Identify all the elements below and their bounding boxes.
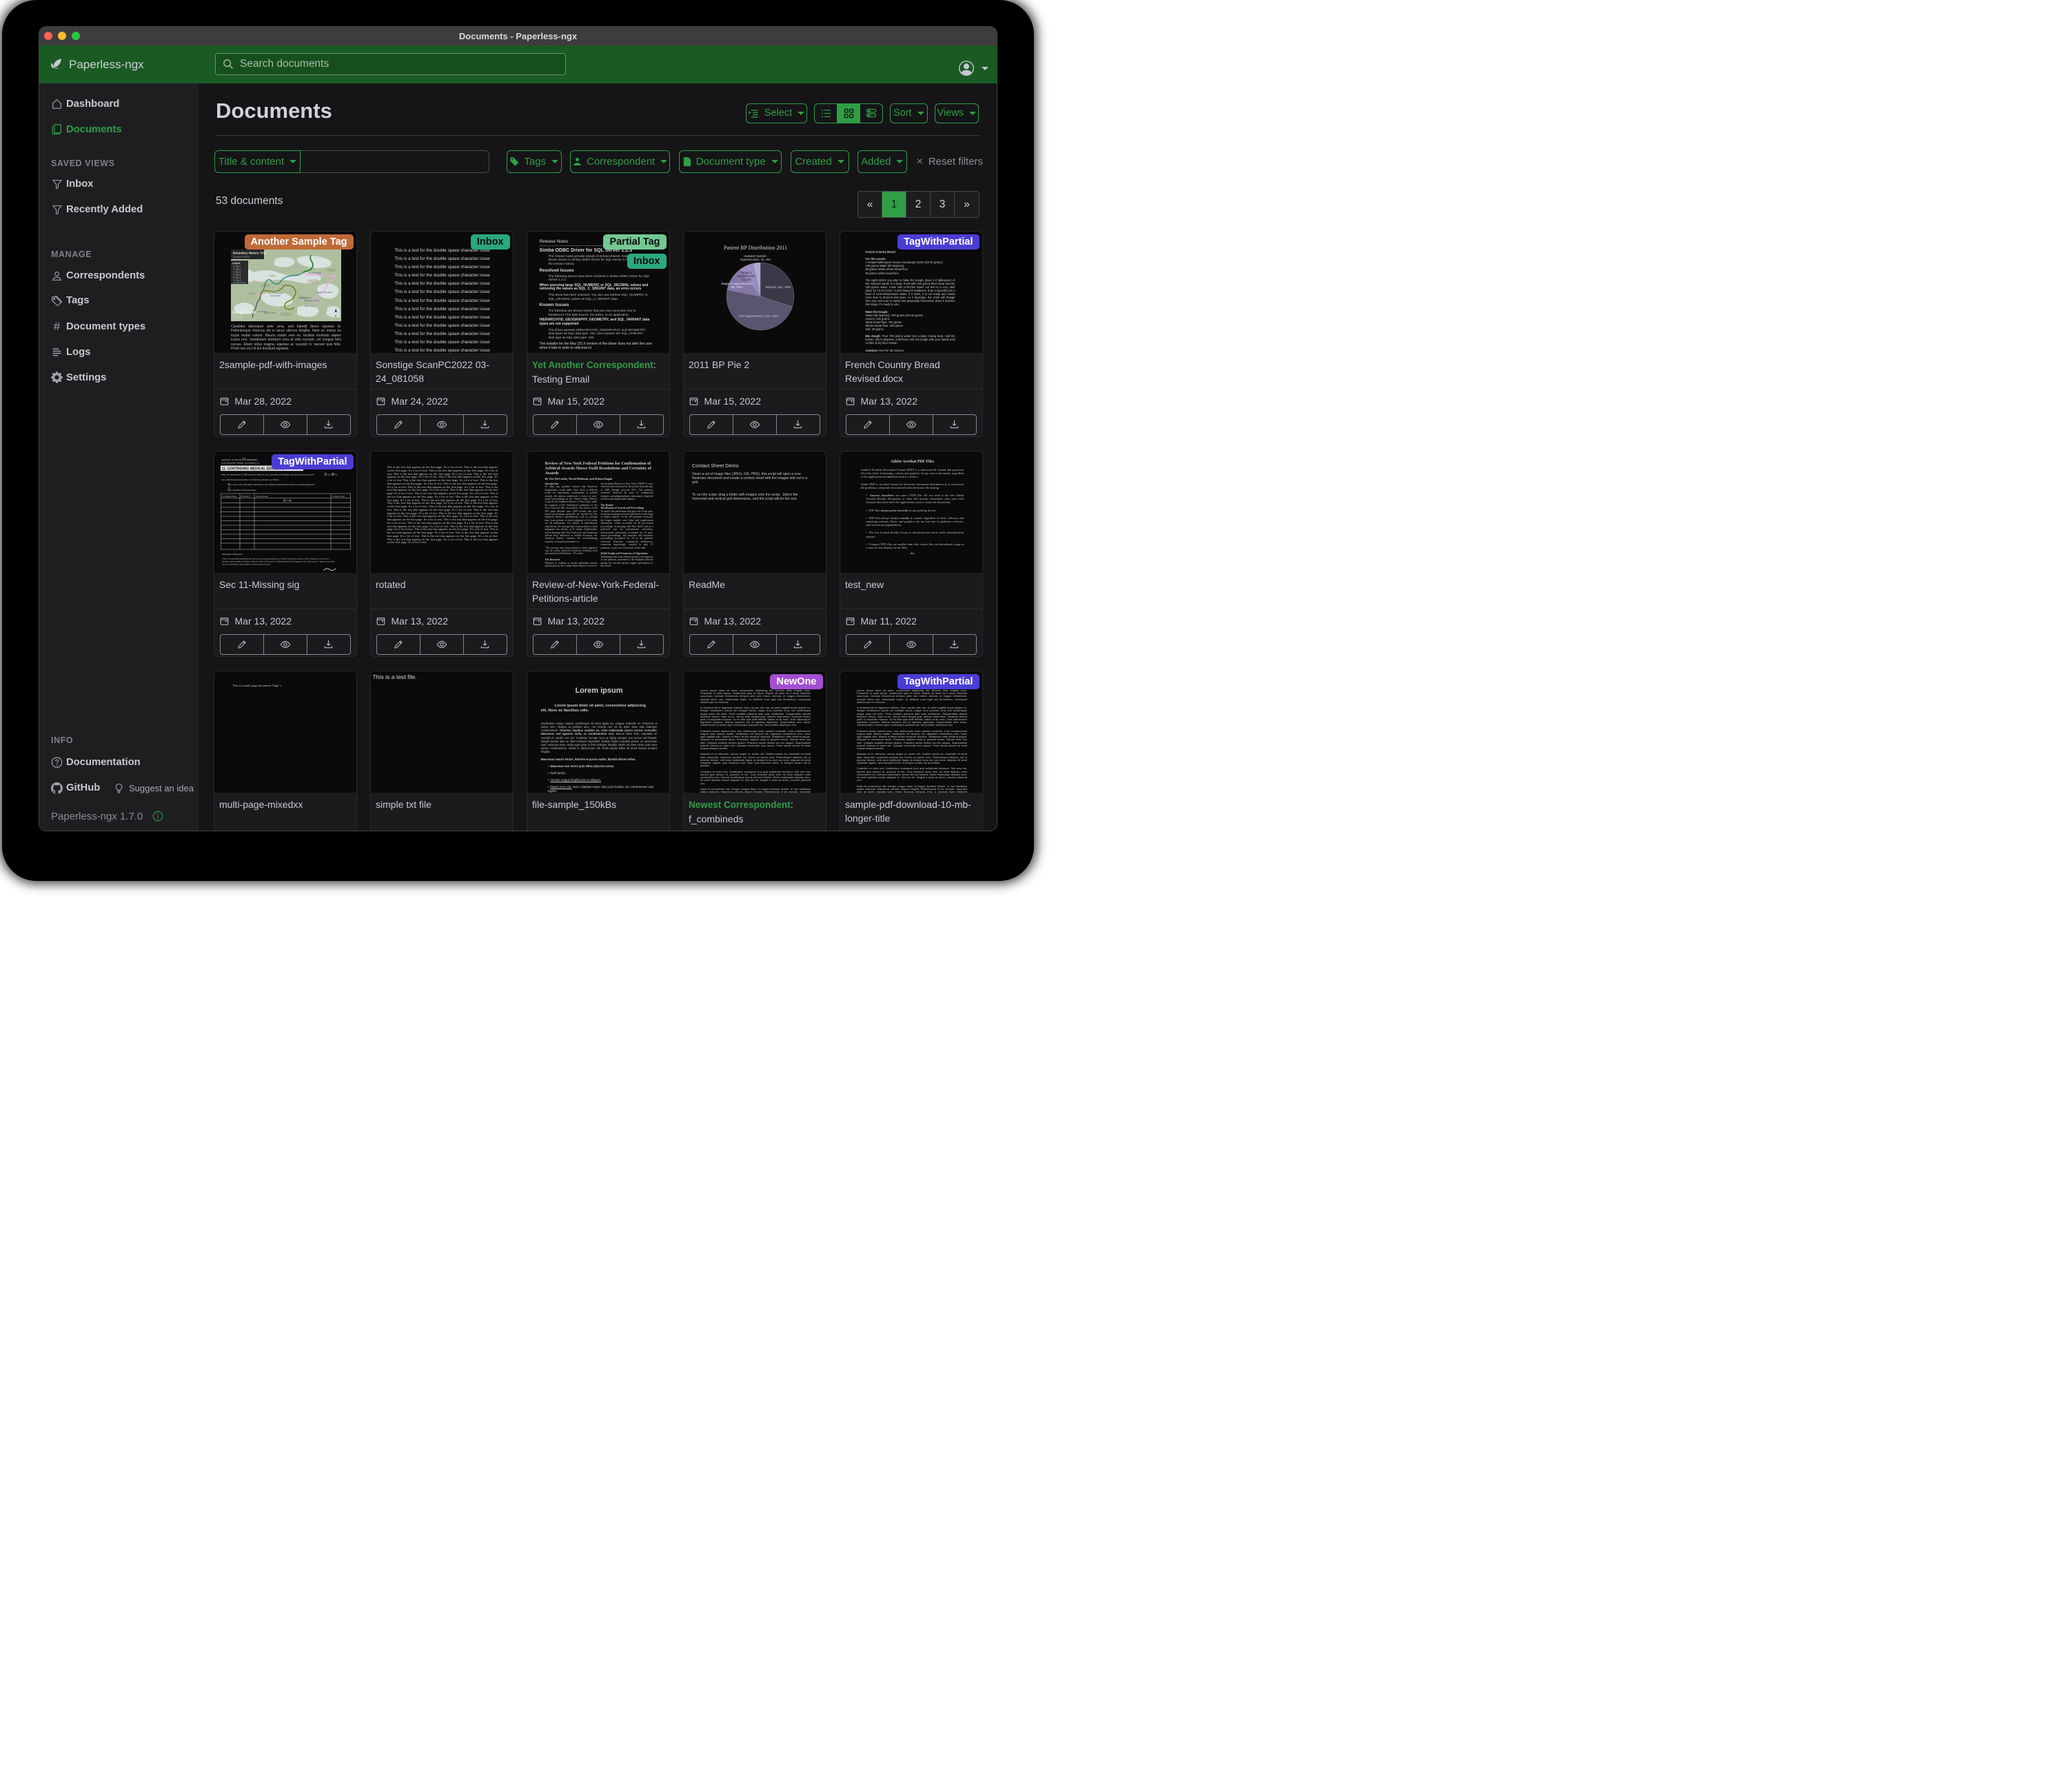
svg-text:Completion Date: Completion Date	[222, 495, 237, 498]
svg-text:New Found Island: New Found Island	[268, 292, 283, 294]
svg-text:Neuwete Island: Neuwete Island	[308, 272, 321, 274]
svg-text:Charles Island: Charles Island	[264, 312, 276, 314]
svg-text:Attestation Statement: Attestation Statement	[222, 553, 243, 556]
svg-text:Entry Point: Entry Point	[236, 281, 245, 284]
svg-text:A copy of the information subm: A copy of the information submitted to t…	[231, 483, 315, 486]
svg-text:Patient BP Distribution 2011: Patient BP Distribution 2011	[723, 245, 786, 251]
svg-text:Pre-hypertension, 212, 42%: Pre-hypertension, 212, 42%	[739, 314, 778, 318]
svg-text:Castle Island: Castle Island	[304, 305, 315, 307]
svg-text:No: No	[334, 474, 337, 476]
svg-text:Hypertension, 31, 6%: Hypertension, 31, 6%	[740, 258, 771, 261]
svg-text:Contact Hours: Contact Hours	[332, 495, 345, 498]
svg-text:or: or	[228, 486, 230, 489]
svg-text:44, 9%: 44, 9%	[741, 278, 751, 281]
svg-text:Google Earth: Google Earth	[232, 311, 256, 315]
svg-text:Washington Island: Washington Island	[304, 299, 320, 302]
svg-text:Good Samaritan Hospital, Los A: Good Samaritan Hospital, Los Angeles, CA	[221, 462, 259, 465]
svg-text:Head Grove Island: Head Grove Island	[316, 291, 332, 294]
svg-text:Legend: Legend	[232, 262, 240, 265]
svg-text:N \ A: N \ A	[283, 499, 292, 503]
svg-text:Have you participated in CME a: Have you participated in CME activities …	[221, 474, 314, 476]
svg-text:Garys Island: Garys Island	[270, 294, 281, 297]
svg-text:Map data 2021: Map data 2021	[232, 318, 243, 321]
svg-text:©2021 Google: ©2021 Google	[232, 316, 243, 318]
svg-text:I am submitting documentation: I am submitting documentation of continu…	[221, 478, 281, 481]
svg-text:Half Day Island: Half Day Island	[298, 296, 312, 299]
svg-text:Normal, 151, 30%: Normal, 151, 30%	[765, 285, 791, 289]
svg-text:Boundary Waters Trip: Boundary Waters Trip	[233, 252, 266, 255]
svg-text:Completion of the grid below: Completion of the grid below	[231, 489, 257, 491]
svg-text:Course Name: Course Name	[256, 495, 268, 498]
svg-text:Yes: Yes	[327, 474, 331, 476]
svg-text:65, 13%: 65, 13%	[731, 285, 742, 289]
svg-text:Six days in BWCA: Six days in BWCA	[233, 256, 250, 258]
svg-text:Provider #: Provider #	[241, 495, 250, 498]
svg-text:proof of attendance and progra: proof of attendance and program content …	[222, 563, 271, 566]
